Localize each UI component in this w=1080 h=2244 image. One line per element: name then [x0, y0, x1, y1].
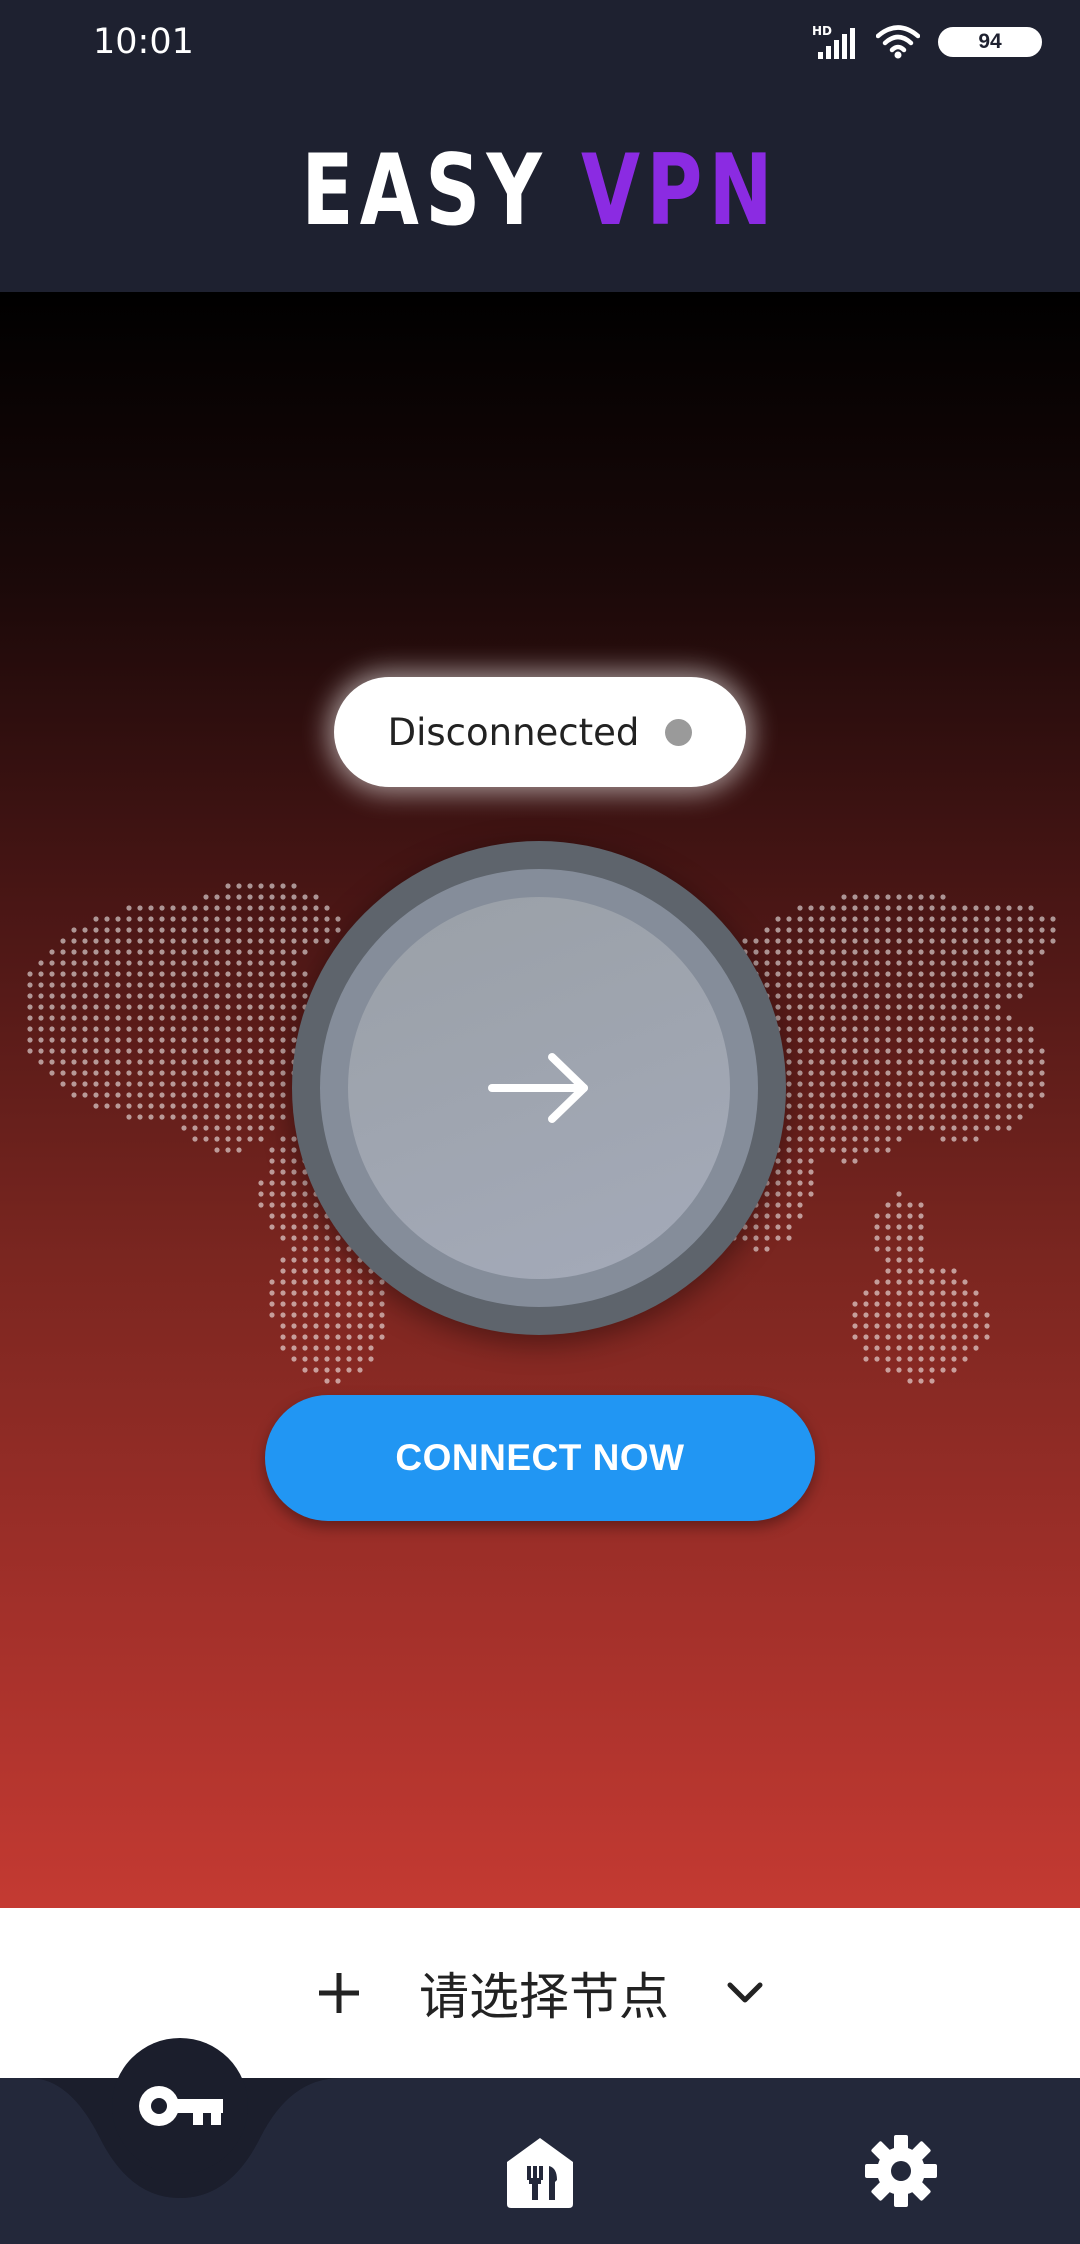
- nav-item-key[interactable]: [112, 2038, 248, 2174]
- logo-word-vpn: VPN: [580, 134, 779, 248]
- app-header: EASY VPN: [0, 90, 1080, 292]
- connect-toggle-button[interactable]: [292, 841, 786, 1335]
- connection-panel: Disconnected CONNECT NOW: [0, 292, 1080, 1908]
- battery-level: 94: [978, 30, 1002, 53]
- network-label: HD: [812, 24, 832, 38]
- restaurant-icon[interactable]: [505, 2136, 575, 2208]
- signal-icon: HD: [812, 24, 855, 59]
- node-selector-label[interactable]: 请选择节点: [419, 1957, 669, 2029]
- status-time: 10:01: [93, 22, 194, 62]
- chevron-down-icon[interactable]: [727, 1981, 763, 2005]
- connect-now-button[interactable]: CONNECT NOW: [265, 1395, 815, 1521]
- status-bar: 10:01 HD 94: [0, 0, 1080, 90]
- app-logo: EASY VPN: [301, 134, 778, 248]
- plus-icon[interactable]: [317, 1971, 361, 2015]
- status-icons: HD 94: [812, 24, 1042, 60]
- logo-word-easy: EASY: [301, 134, 549, 248]
- battery-indicator: 94: [938, 27, 1042, 57]
- bottom-navigation: [0, 2038, 1080, 2244]
- key-icon: [139, 2086, 223, 2126]
- gear-icon[interactable]: [863, 2133, 939, 2209]
- wifi-icon: [876, 25, 920, 59]
- arrow-right-icon: [488, 1053, 588, 1123]
- connection-status-text: Disconnected: [387, 710, 640, 754]
- status-dot: [665, 718, 693, 746]
- connection-status-pill: Disconnected: [334, 677, 746, 787]
